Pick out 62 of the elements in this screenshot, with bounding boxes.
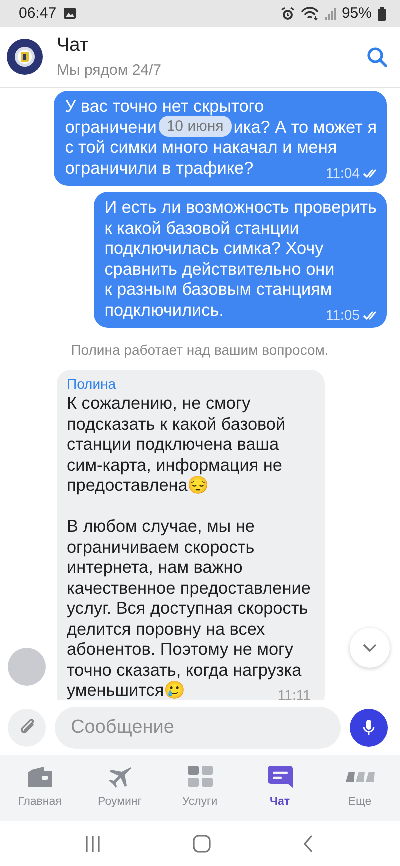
- battery-icon: [378, 6, 386, 20]
- message-text: ика? А то может я: [234, 116, 377, 137]
- grid-icon: [188, 766, 212, 787]
- message-text: уменьшится🥲: [67, 680, 186, 700]
- attach-button[interactable]: [8, 708, 46, 746]
- search-icon[interactable]: [367, 46, 388, 68]
- chat-bubble-icon: [268, 766, 292, 788]
- home-icon[interactable]: [192, 834, 211, 852]
- author-name: Полина: [67, 375, 118, 393]
- chat-title: Чат: [57, 35, 90, 57]
- microphone-icon: [363, 720, 375, 735]
- tab[interactable]: Услуги: [160, 759, 240, 813]
- avatar: [8, 648, 46, 686]
- message-input[interactable]: Сообщение: [55, 706, 341, 748]
- dots-icon: [346, 770, 374, 784]
- message-text: качественное предоставление: [67, 578, 311, 598]
- message-text: к какой базовой станции: [104, 218, 300, 238]
- recent-apps-icon[interactable]: [86, 836, 100, 852]
- chat-subtitle: Мы рядом 24/7: [57, 62, 163, 79]
- system-notice: Полина работает над вашим вопросом.: [71, 341, 329, 360]
- image-icon: [62, 7, 77, 20]
- airplane-icon: [108, 766, 132, 788]
- wifi-icon: [300, 6, 319, 21]
- message-text: сим-карта, информация не: [67, 454, 282, 475]
- message-text: ограничени: [65, 116, 157, 137]
- message-text: услуг. Вся доступная скорость: [67, 598, 308, 618]
- chevron-down-icon: [363, 644, 377, 652]
- microphone-button[interactable]: [350, 708, 388, 746]
- date-pill: 10 июня: [158, 116, 232, 138]
- back-icon[interactable]: [304, 834, 314, 852]
- message-text: К сожалению, не смогу: [67, 393, 251, 414]
- message-time: 11:05: [326, 306, 360, 325]
- message-text: к разным базовым станциям: [104, 279, 332, 300]
- battery-level: 95%: [342, 5, 372, 22]
- message-time: 11:04: [326, 164, 360, 183]
- message-text: подсказать к какой базовой: [67, 414, 286, 434]
- message-text: И есть ли возможность проверить: [104, 197, 377, 218]
- wallet-icon: [28, 766, 52, 786]
- clock-time: 06:47: [19, 5, 57, 22]
- message-text: подключилась симка? Хочу: [104, 238, 324, 258]
- paperclip-icon: [18, 719, 36, 736]
- tab[interactable]: Чат: [240, 759, 320, 813]
- message-text: интернета, нам важно: [67, 557, 243, 578]
- message-text: станции подключена ваша: [67, 434, 280, 454]
- logo-icon: [7, 39, 43, 75]
- tab[interactable]: Роуминг: [80, 759, 160, 813]
- signal-icon: [324, 7, 336, 20]
- message-text: У вас точно нет скрытого: [65, 96, 264, 116]
- message-time: 11:11: [278, 686, 311, 700]
- message-text: В любом случае, мы не: [67, 516, 255, 536]
- message-text: ограничили в трафике?: [65, 158, 254, 178]
- alarm-icon: [280, 6, 295, 20]
- message-text: подключились.: [104, 300, 224, 320]
- message-text: предоставлена😔: [67, 475, 210, 496]
- message-text: делится поровну на всех: [67, 618, 266, 639]
- message-text: точно сказать, когда нагрузка: [67, 660, 302, 680]
- message-text: абонентов. Поэтому не могу: [67, 639, 294, 660]
- tab[interactable]: Еще: [320, 759, 400, 813]
- tab[interactable]: Главная: [0, 759, 80, 813]
- message-text: сравнить действительно они: [104, 258, 335, 279]
- message-text: с той симки много накачал и меня: [65, 137, 338, 158]
- message-text: ограничиваем скорость: [67, 536, 255, 557]
